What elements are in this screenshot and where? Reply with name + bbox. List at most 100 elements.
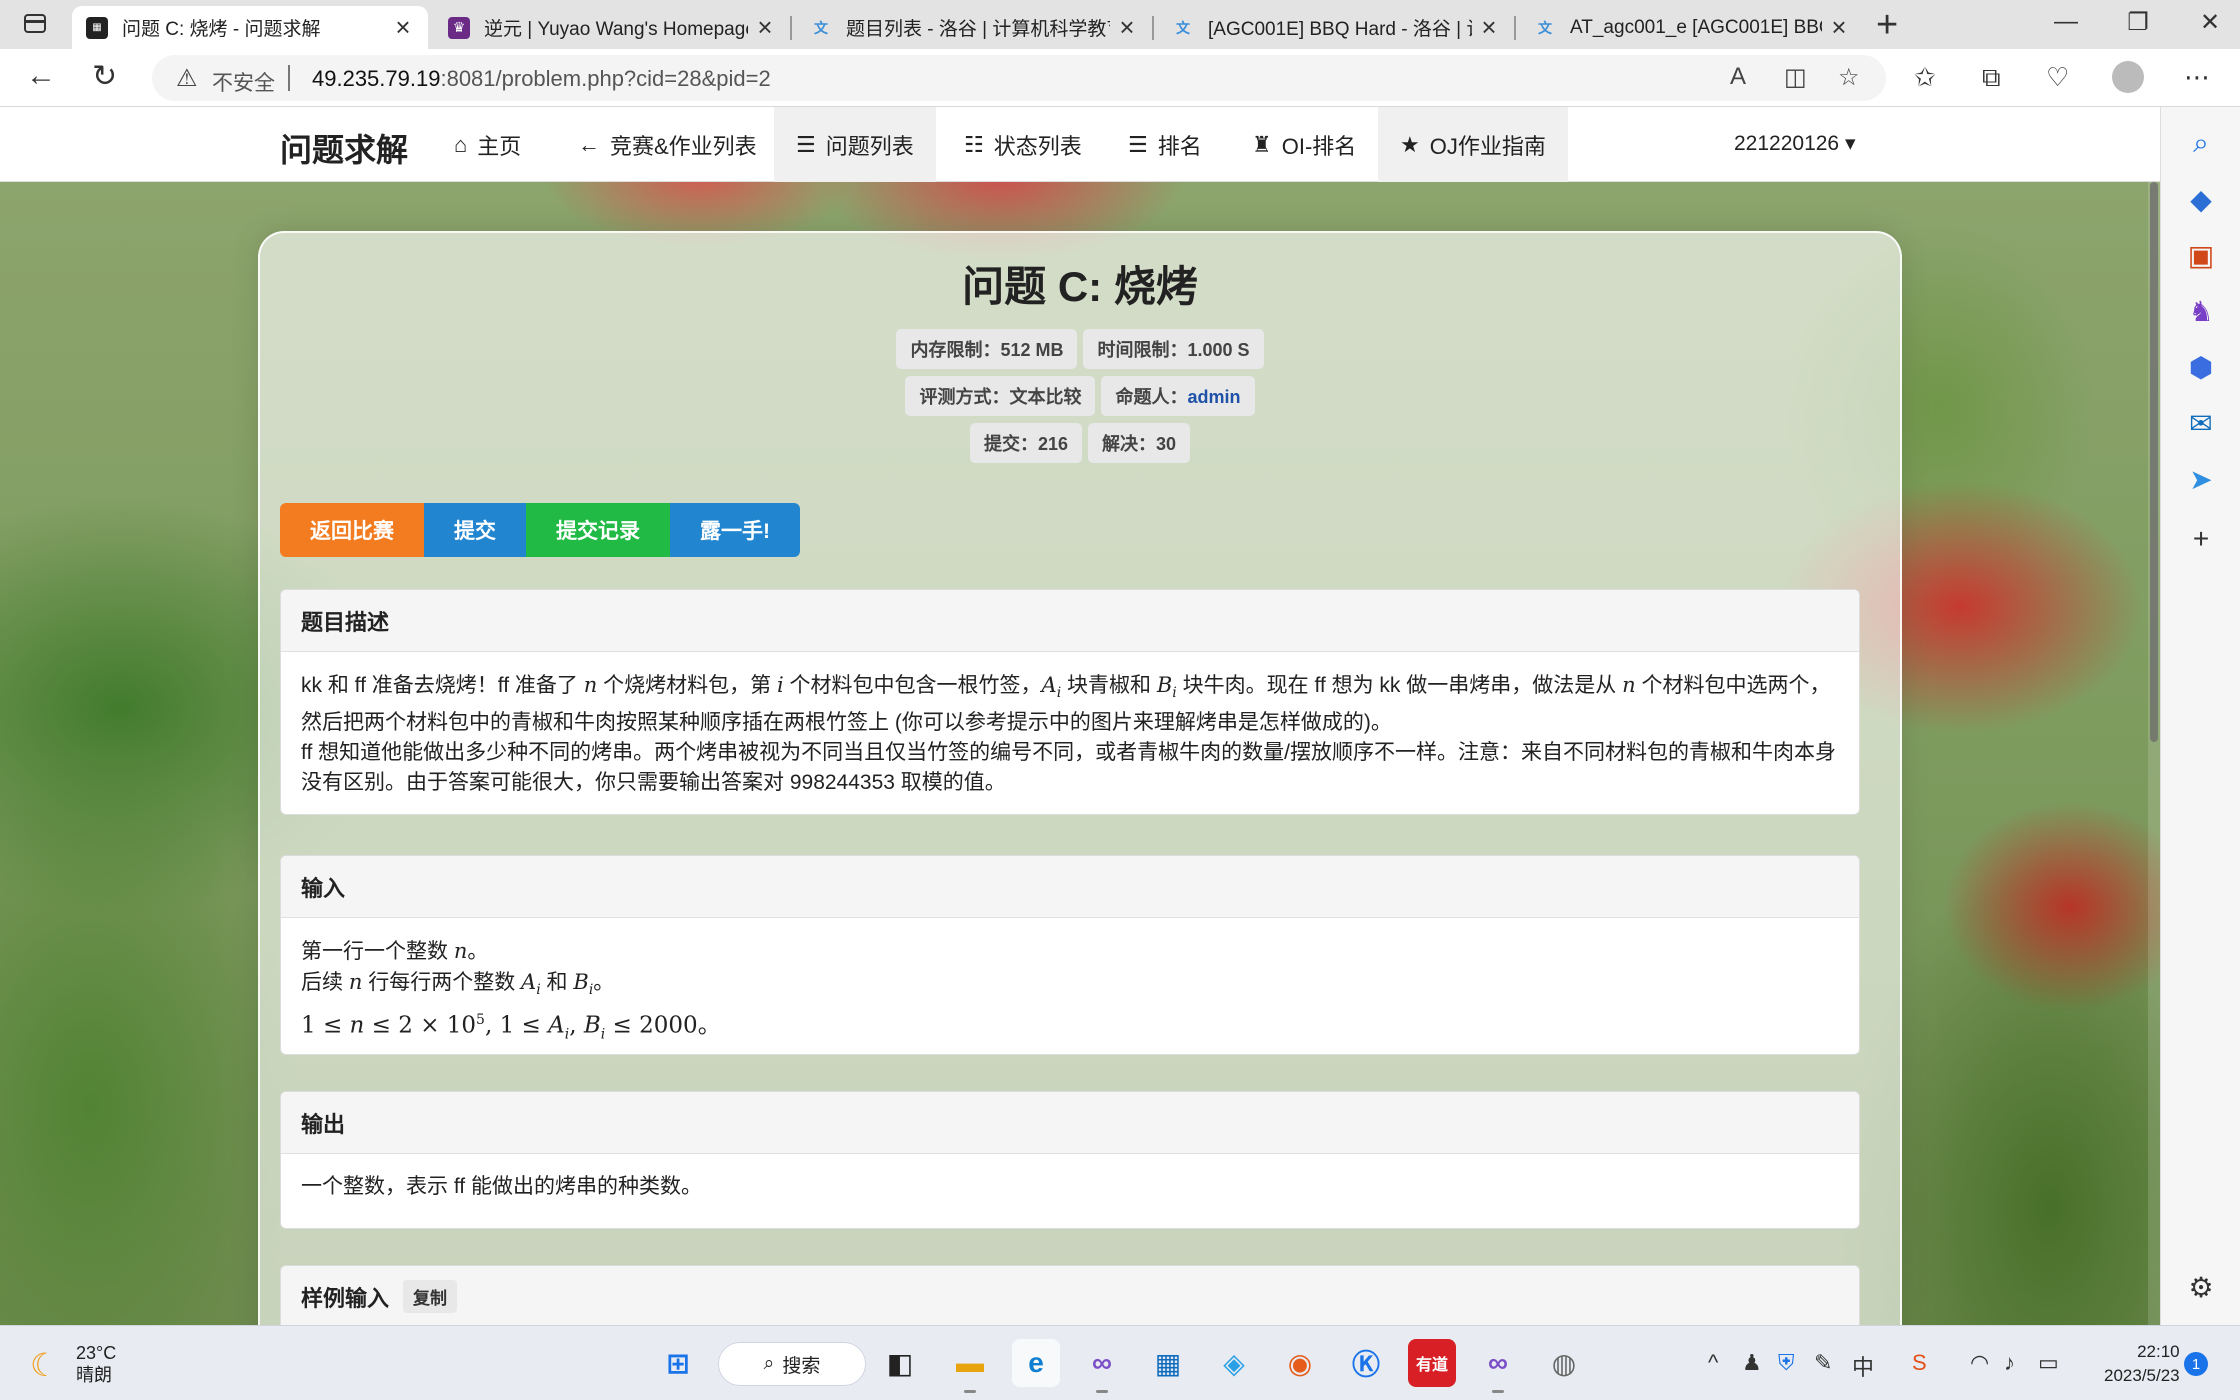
visual-studio-2-icon[interactable]: ∞ [1474,1339,1522,1393]
close-tab-icon[interactable]: × [392,12,414,43]
close-window-button[interactable]: ✕ [2190,8,2230,37]
page-scrollbar[interactable] [2148,182,2160,1325]
scrollbar-thumb[interactable] [2150,182,2158,742]
battery-icon[interactable]: ▭ [2038,1350,2059,1376]
math-var: A [1041,673,1057,697]
nav-ranking[interactable]: ☰ 排名 [1106,107,1224,182]
tools-icon[interactable]: ▣ [2181,235,2221,275]
start-icon[interactable]: ⊞ [654,1339,702,1387]
store-icon[interactable]: ▦ [1144,1339,1192,1387]
nav-problems[interactable]: ☰ 问题列表 [774,107,936,182]
author-link[interactable]: admin [1187,387,1240,407]
nav-oi-ranking[interactable]: ♜ OI-排名 [1230,107,1378,182]
close-tab-icon[interactable]: × [1478,12,1500,43]
sample-input-header: 样例输入 复制 [281,1266,1859,1325]
nav-home[interactable]: ⌂ 主页 [432,107,543,182]
weather-widget[interactable]: 23°C 晴朗 [76,1342,116,1386]
profile-avatar[interactable] [2112,61,2144,93]
qq-icon[interactable]: ♟ [1742,1350,1762,1376]
nav-guide[interactable]: ★ OJ作业指南 [1378,107,1568,182]
more-menu-icon[interactable]: ⋯ [2184,62,2210,93]
microsoft365-icon[interactable]: ⬢ [2181,347,2221,387]
favorites-icon[interactable]: ✩ [1914,62,1936,93]
close-tab-icon[interactable]: × [1828,12,1850,43]
author-badge: 命题人：admin [1101,376,1255,416]
k-app-icon[interactable]: Ⓚ [1342,1339,1390,1387]
text: 和 [540,971,574,994]
wps-icon[interactable]: S [1912,1350,1927,1376]
security-label[interactable]: 不安全 [212,67,275,97]
tab-actions-icon[interactable] [22,11,48,37]
taskbar-search[interactable]: ⌕ 搜索 [718,1342,866,1386]
luogu-favicon-icon: 文 [814,19,828,36]
address-bar[interactable]: ⚠ 不安全 49.235.79.19:8081/problem.php?cid=… [152,55,1886,101]
moon-weather-icon[interactable]: ☾ [30,1346,59,1384]
browser-tab-4[interactable]: 文 [AGC001E] BBQ Hard - 洛谷 | 计算 × [1158,6,1514,49]
security-shield-icon[interactable]: ⛨ [1778,1350,1795,1376]
memory-value: 512 MB [1000,340,1064,360]
url-path: :8081/problem.php?cid=28&pid=2 [440,66,771,91]
url-text[interactable]: 49.235.79.19:8081/problem.php?cid=28&pid… [312,66,771,92]
split-screen-icon[interactable]: ◫ [1784,63,1807,92]
submit-records-button[interactable]: 提交记录 [526,503,670,557]
copy-button[interactable]: 复制 [403,1280,458,1313]
back-to-contest-button[interactable]: 返回比赛 [280,503,424,557]
app-globe-icon[interactable]: ◍ [1540,1339,1588,1387]
tray-overflow-icon[interactable]: ^ [1708,1350,1718,1376]
minimize-button[interactable]: — [2046,8,2086,36]
new-tab-button[interactable]: + [1876,4,1898,47]
weather-temp: 23°C [76,1343,117,1363]
notification-badge[interactable]: 1 [2184,1352,2208,1376]
browser-tab-2[interactable]: ♛ 逆元 | Yuyao Wang's Homepage × [434,6,790,49]
warning-icon[interactable]: ⚠ [176,64,198,93]
nav-contests[interactable]: ← 竞赛&作业列表 [556,107,779,182]
close-tab-icon[interactable]: × [1116,12,1138,43]
browser-essentials-icon[interactable]: ♡ [2046,62,2069,93]
add-sidebar-icon[interactable]: + [2181,519,2221,559]
tab-separator [1152,16,1154,40]
output-section: 输出 一个整数，表示 ff 能做出的烤串的种类数。 [280,1091,1860,1229]
refresh-icon[interactable]: ↻ [92,59,117,94]
settings-gear-icon[interactable]: ⚙ [2181,1267,2221,1307]
description-paragraph-2: ff 想知道他能做出多少种不同的烤串。两个烤串被视为不同当且仅当竹签的编号不同，… [301,741,1836,795]
site-brand[interactable]: 问题求解 [280,125,408,171]
collections-icon[interactable]: ⧉ [1982,62,2001,94]
back-icon[interactable]: ← [26,59,56,93]
browser-tab-3[interactable]: 文 题目列表 - 洛谷 | 计算机科学教育 × [796,6,1152,49]
task-view-icon[interactable]: ◧ [876,1339,924,1387]
wifi-icon[interactable]: ◠ [1970,1350,1989,1376]
submit-button[interactable]: 提交 [424,503,526,557]
youdao-icon[interactable]: 有道 [1408,1339,1456,1387]
send-icon[interactable]: ➤ [2181,459,2221,499]
ime-indicator[interactable]: 中 [1852,1350,1874,1382]
show-off-button[interactable]: 露一手! [670,503,800,557]
problem-title: 问题 C: 烧烤 [962,263,1198,310]
visual-studio-icon[interactable]: ∞ [1078,1339,1126,1393]
nav-status[interactable]: ☷ 状态列表 [942,107,1104,182]
volume-icon[interactable]: ♪ [2004,1350,2015,1376]
pen-icon[interactable]: ✎ [1814,1350,1832,1376]
to-do-icon[interactable]: ◈ [1210,1339,1258,1387]
file-explorer-icon[interactable]: ▬ [946,1339,994,1393]
text: 第一行一个整数 [301,940,454,963]
shopping-tag-icon[interactable]: ◆ [2181,179,2221,219]
read-aloud-icon[interactable]: A [1730,63,1746,91]
memory-limit-badge: 内存限制：512 MB [896,329,1078,369]
description-body: kk 和 ff 准备去烧烤！ff 准备了 n 个烧烤材料包，第 i 个材料包中包… [281,652,1859,814]
browser-tab-5[interactable]: 文 AT_agc001_e [AGC001E] BBQ Hard × [1520,6,1864,49]
user-dropdown[interactable]: 221220126 ▾ [1734,131,1856,156]
firefox-icon[interactable]: ◉ [1276,1339,1324,1387]
edge-browser-icon[interactable]: e [1012,1339,1060,1387]
close-tab-icon[interactable]: × [754,12,776,43]
add-favorite-icon[interactable]: ☆ [1838,63,1860,92]
page-viewport: 问题求解 ⌂ 主页 ← 竞赛&作业列表 ☰ 问题列表 ☷ 状态列表 ☰ 排名 ♜ OI-排名… [0,107,2160,1325]
search-icon[interactable]: ⌕ [2181,123,2221,163]
restore-button[interactable]: ❐ [2118,8,2158,37]
windows-taskbar: ☾ 23°C 晴朗 ⊞ ⌕ 搜索 ◧ ▬ e ∞ ▦ ◈ ◉ Ⓚ 有道 ∞ ◍ ^… [0,1325,2240,1400]
browser-tab-1[interactable]: ▦ 问题 C: 烧烤 - 问题求解 × [72,6,428,49]
outlook-icon[interactable]: ✉ [2181,403,2221,443]
submit-label: 提交： [983,434,1038,454]
math-var: A [521,970,537,994]
games-icon[interactable]: ♞ [2181,291,2221,331]
system-clock[interactable]: 22:10 2023/5/23 [2104,1340,2180,1388]
